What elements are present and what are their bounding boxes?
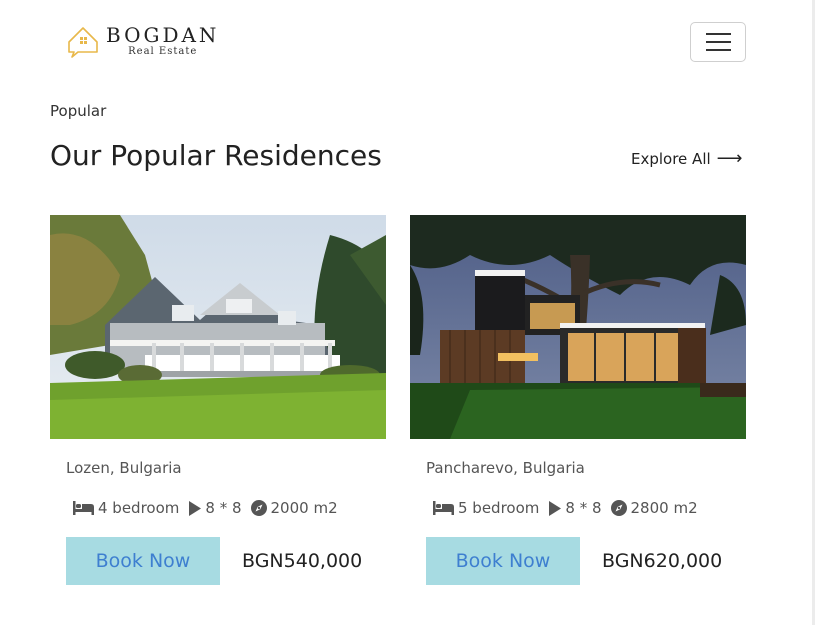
brand-tagline: Real Estate [128, 46, 198, 57]
listing-price: BGN540,000 [242, 550, 363, 572]
listing-specs: 5 bedroom 8 * 8 2800 m2 [433, 499, 746, 517]
hamburger-icon-line [705, 41, 731, 43]
listing-card: Lozen, Bulgaria 4 bedroom 8 * 8 2000 m2 [50, 215, 386, 585]
spec-dimensions: 8 * 8 [548, 499, 602, 517]
play-icon [549, 500, 562, 516]
listing-photo[interactable] [50, 215, 386, 439]
spec-area: 2000 m2 [250, 499, 338, 517]
listing-specs: 4 bedroom 8 * 8 2000 m2 [73, 499, 386, 517]
book-now-button[interactable]: Book Now [426, 537, 580, 585]
bed-icon [73, 501, 94, 515]
listing-actions: Book Now BGN540,000 [66, 537, 386, 585]
listing-price: BGN620,000 [602, 550, 723, 572]
house-logo-icon [68, 27, 98, 58]
spec-dimensions-value: 8 * 8 [205, 499, 242, 517]
brand-name: BOGDAN [106, 23, 220, 47]
listing-photo[interactable] [410, 215, 746, 439]
hamburger-icon-line [705, 49, 731, 51]
listing-actions: Book Now BGN620,000 [426, 537, 746, 585]
book-now-button[interactable]: Book Now [66, 537, 220, 585]
spec-dimensions-value: 8 * 8 [565, 499, 602, 517]
bed-icon [433, 501, 454, 515]
spec-area-value: 2000 m2 [270, 499, 338, 517]
section-title: Our Popular Residences [50, 139, 382, 172]
spec-bedrooms-value: 5 bedroom [458, 499, 540, 517]
explore-all-label: Explore All [631, 149, 711, 168]
spec-bedrooms: 4 bedroom [73, 499, 179, 517]
listing-location: Pancharevo, Bulgaria [426, 459, 585, 477]
spec-area-value: 2800 m2 [630, 499, 698, 517]
menu-toggle-button[interactable] [690, 22, 746, 62]
spec-bedrooms: 5 bedroom [433, 499, 539, 517]
compass-icon [250, 500, 267, 516]
section-eyebrow: Popular [50, 102, 107, 120]
compass-icon [610, 500, 627, 516]
spec-area: 2800 m2 [610, 499, 698, 517]
brand-logo[interactable]: BOGDAN Real Estate [66, 22, 219, 58]
play-icon [189, 500, 202, 516]
arrow-right-icon: ⟶ [716, 148, 743, 169]
spec-dimensions: 8 * 8 [188, 499, 242, 517]
listing-card: Pancharevo, Bulgaria 5 bedroom 8 * 8 280… [410, 215, 746, 585]
hamburger-icon-line [705, 33, 731, 35]
spec-bedrooms-value: 4 bedroom [98, 499, 180, 517]
listing-location: Lozen, Bulgaria [66, 459, 182, 477]
explore-all-link[interactable]: Explore All ⟶ [631, 148, 742, 169]
